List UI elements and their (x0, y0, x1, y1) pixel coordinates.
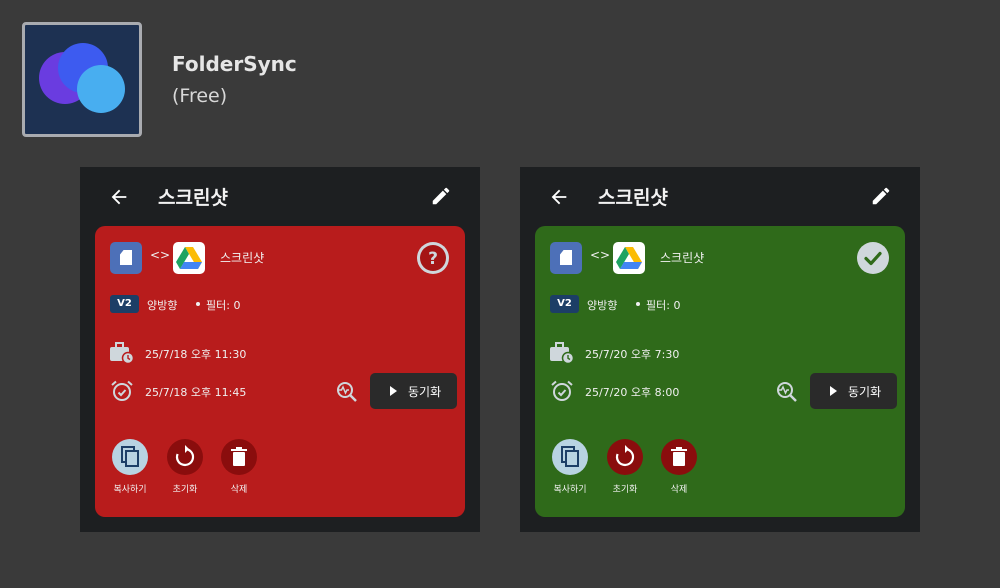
copy-label: 복사하기 (113, 485, 147, 495)
sync-button[interactable]: 동기화 (370, 373, 457, 409)
page-title: 스크린샷 (598, 187, 668, 209)
next-sync-time: 25/7/20 오후 8:00 (585, 386, 680, 399)
analyze-search-icon[interactable] (775, 380, 799, 404)
reset-label: 초기화 (172, 485, 198, 495)
analyze-search-icon[interactable] (335, 380, 359, 404)
top-app-bar: 스크린샷 (80, 167, 480, 225)
next-sync-time: 25/7/18 오후 11:45 (145, 386, 247, 399)
top-app-bar: 스크린샷 (520, 167, 920, 225)
folderpair-name: 스크린샷 (220, 251, 265, 265)
bidirectional-arrows-icon: <> (150, 248, 171, 262)
copy-icon (561, 446, 579, 467)
copy-label: 복사하기 (553, 485, 587, 495)
reset-label: 초기화 (612, 485, 638, 495)
copy-action[interactable]: 복사하기 (100, 439, 160, 499)
trash-icon (231, 447, 247, 466)
back-arrow-icon[interactable] (548, 186, 570, 208)
play-icon (830, 386, 837, 396)
version-badge: V2 (550, 295, 579, 313)
copy-icon (121, 446, 139, 467)
last-sync-time: 25/7/18 오후 11:30 (145, 348, 247, 361)
sync-mode-text: 양방향 (147, 299, 178, 312)
page-title: 스크린샷 (158, 187, 228, 209)
trash-icon (671, 447, 687, 466)
edit-pencil-icon[interactable] (870, 185, 892, 207)
reset-action[interactable]: 초기화 (595, 439, 655, 499)
sync-button-label: 동기화 (848, 385, 882, 399)
schedule-briefcase-icon (110, 342, 134, 364)
screenshot-right: 스크린샷 <> 스크린샷 V2 양방향 필터: 0 25/7/20 오후 7:3… (520, 167, 920, 532)
reset-icon (175, 445, 195, 467)
back-arrow-icon[interactable] (108, 186, 130, 208)
filter-count-text: 필터: 0 (206, 299, 241, 312)
delete-label: 삭제 (230, 485, 248, 495)
screenshot-left: 스크린샷 <> 스크린샷 ? V2 양방향 필터: 0 25/7/18 오후 1… (80, 167, 480, 532)
reset-action[interactable]: 초기화 (155, 439, 215, 499)
folderpair-name: 스크린샷 (660, 251, 705, 265)
separator-dot (196, 302, 200, 306)
question-status-icon: ? (417, 242, 449, 274)
svg-text:?: ? (428, 249, 438, 269)
folderpair-card[interactable]: <> 스크린샷 V2 양방향 필터: 0 25/7/20 오후 7:30 25/… (535, 226, 905, 517)
sync-button-label: 동기화 (408, 385, 442, 399)
app-price: (Free) (172, 85, 228, 107)
reset-icon (615, 445, 635, 467)
version-badge: V2 (110, 295, 139, 313)
google-drive-icon (613, 242, 645, 274)
sd-card-icon (110, 242, 142, 274)
separator-dot (636, 302, 640, 306)
google-drive-icon (173, 242, 205, 274)
filter-count-text: 필터: 0 (646, 299, 681, 312)
check-status-icon (857, 242, 889, 274)
alarm-clock-icon (551, 380, 573, 401)
bidirectional-arrows-icon: <> (590, 248, 611, 262)
foldersync-logo-icon (22, 22, 142, 137)
schedule-briefcase-icon (550, 342, 574, 364)
folderpair-card[interactable]: <> 스크린샷 ? V2 양방향 필터: 0 25/7/18 오후 11:30 … (95, 226, 465, 517)
app-name: FolderSync (172, 52, 297, 76)
delete-label: 삭제 (670, 485, 688, 495)
sd-card-icon (550, 242, 582, 274)
sync-mode-text: 양방향 (587, 299, 618, 312)
sync-button[interactable]: 동기화 (810, 373, 897, 409)
last-sync-time: 25/7/20 오후 7:30 (585, 348, 680, 361)
delete-action[interactable]: 삭제 (649, 439, 709, 499)
edit-pencil-icon[interactable] (430, 185, 452, 207)
play-icon (390, 386, 397, 396)
copy-action[interactable]: 복사하기 (540, 439, 600, 499)
alarm-clock-icon (111, 380, 133, 401)
delete-action[interactable]: 삭제 (209, 439, 269, 499)
